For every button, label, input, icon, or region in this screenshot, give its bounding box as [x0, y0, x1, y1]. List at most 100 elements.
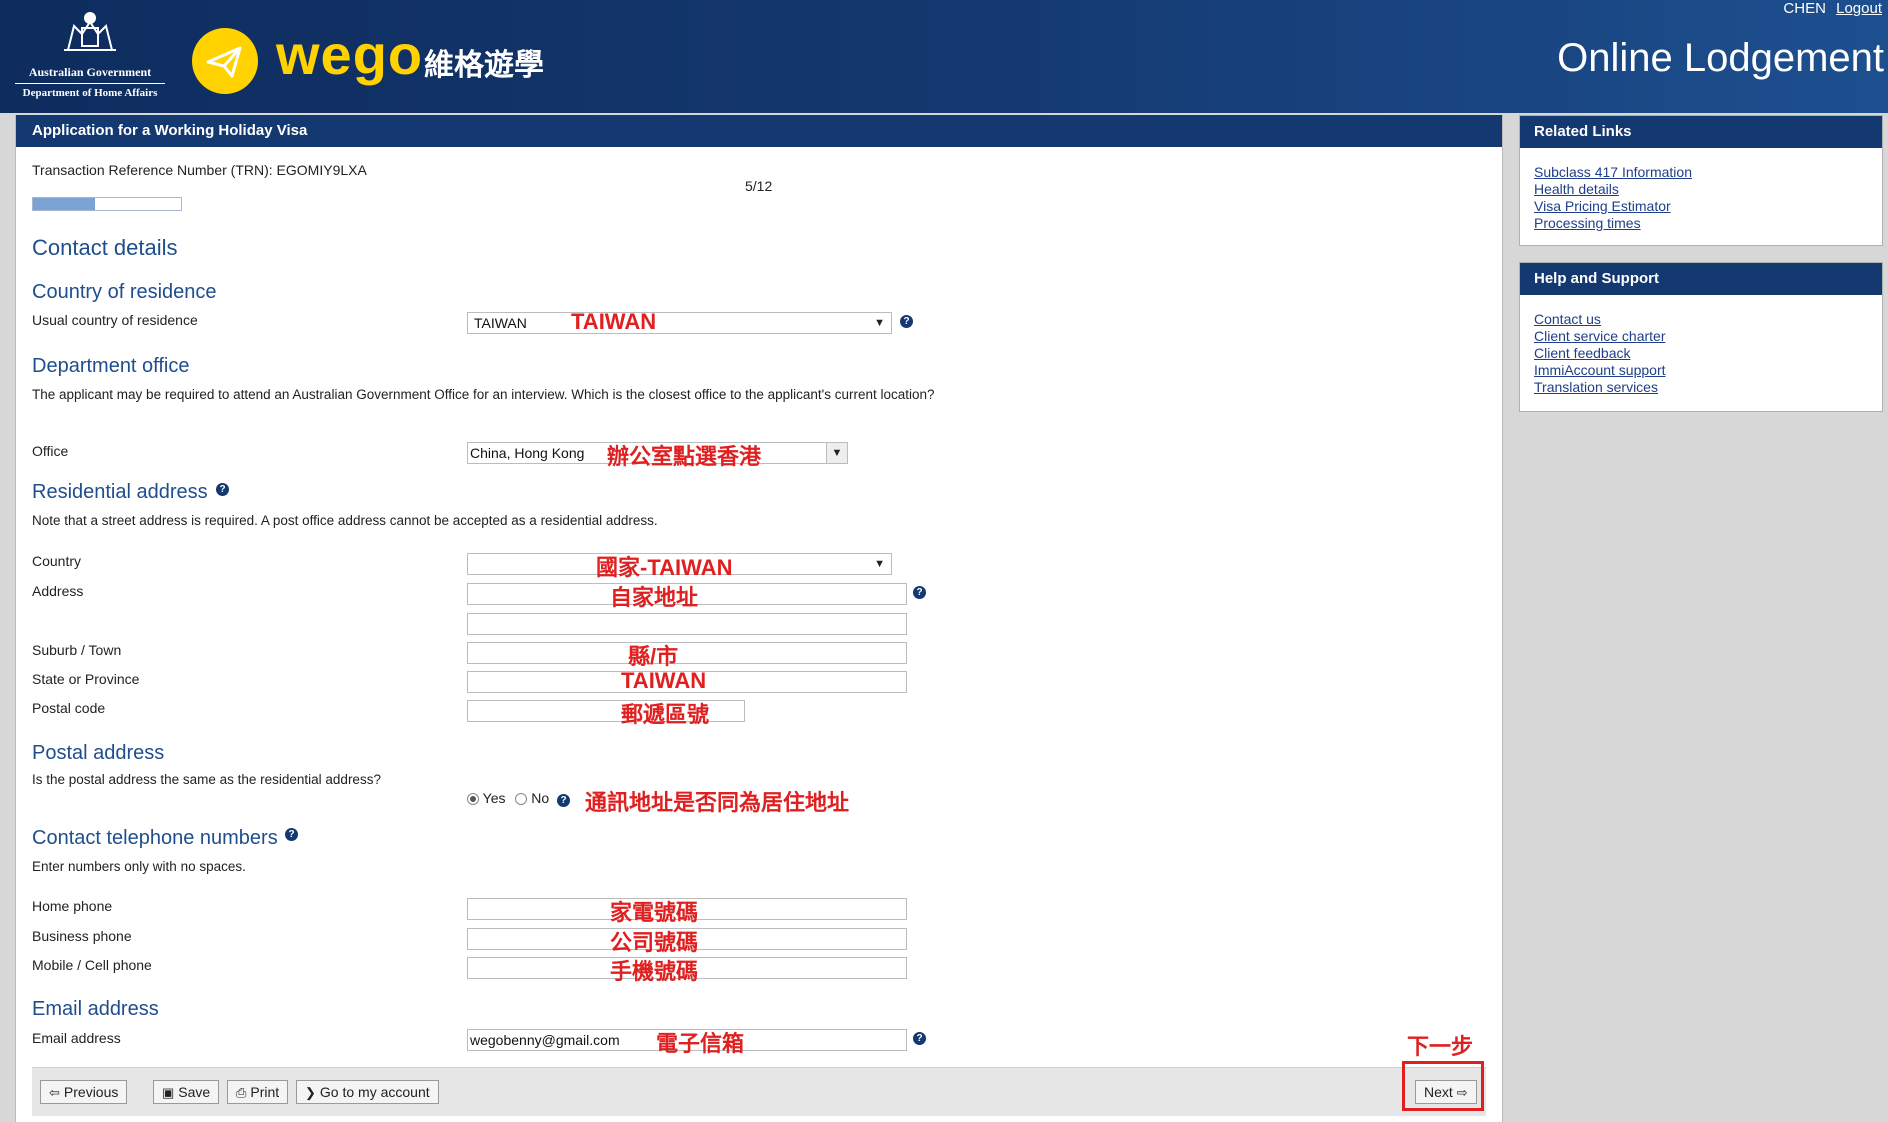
floppy-disk-icon: ▣: [162, 1085, 175, 1100]
office-label: Office: [32, 443, 69, 459]
suburb-label: Suburb / Town: [32, 642, 122, 658]
suburb-input[interactable]: [467, 642, 907, 664]
postal-code-annotation: 郵遞區號: [621, 702, 710, 727]
help-icon[interactable]: ?: [913, 1032, 926, 1045]
chevron-down-icon: ▼: [826, 443, 847, 463]
postal-yes-label: Yes: [482, 790, 506, 806]
mobile-phone-label: Mobile / Cell phone: [32, 957, 152, 973]
gov-line-2: Department of Home Affairs: [22, 87, 158, 99]
paper-plane-icon: [206, 46, 242, 78]
next-highlight-box: [1402, 1061, 1484, 1111]
postal-yes-radio[interactable]: [467, 793, 479, 806]
coat-of-arms-icon: [64, 12, 116, 51]
gov-line-1: Australian Government: [28, 65, 152, 79]
postal-code-label: Postal code: [32, 700, 106, 716]
dept-office-heading: Department office: [32, 355, 190, 377]
usual-country-value: TAIWAN: [474, 315, 527, 331]
state-annotation: TAIWAN: [621, 668, 707, 693]
home-phone-label: Home phone: [32, 898, 113, 914]
related-links-title: Related Links: [1520, 116, 1882, 148]
help-support-title: Help and Support: [1520, 263, 1882, 295]
progress-bar: [32, 197, 182, 211]
link-health-details[interactable]: Health details: [1534, 181, 1882, 198]
chevron-right-icon: ❯: [305, 1085, 316, 1100]
arrow-left-icon: ⇦: [49, 1085, 60, 1100]
address-line2-input[interactable]: [467, 613, 907, 635]
user-bar: CHEN Logout: [1783, 0, 1882, 17]
gov-logo: Australian Government Department of Home…: [10, 4, 170, 104]
link-immiaccount-support[interactable]: ImmiAccount support: [1534, 362, 1882, 379]
print-label: Print: [250, 1084, 280, 1100]
country-label: Country: [32, 553, 82, 569]
go-to-account-button[interactable]: ❯ Go to my account: [296, 1080, 439, 1104]
email-heading: Email address: [32, 998, 159, 1020]
previous-button[interactable]: ⇦ Previous: [40, 1080, 128, 1104]
residential-heading: Residential address: [32, 481, 208, 503]
application-panel: Application for a Working Holiday Visa T…: [15, 115, 1503, 1122]
business-phone-label: Business phone: [32, 928, 132, 944]
dept-office-note: The applicant may be required to attend …: [32, 387, 935, 402]
user-name: CHEN: [1783, 0, 1826, 17]
link-service-charter[interactable]: Client service charter: [1534, 328, 1882, 345]
office-value: China, Hong Kong: [470, 445, 585, 461]
country-annotation: 國家-TAIWAN: [596, 555, 733, 580]
postal-heading: Postal address: [32, 742, 165, 764]
home-phone-annotation: 家電號碼: [610, 900, 699, 925]
save-button[interactable]: ▣ Save: [153, 1080, 220, 1104]
related-links-panel: Related Links Subclass 417 Information H…: [1519, 115, 1883, 246]
action-bar: ⇦ Previous ▣ Save ⎙ Print ❯ Go to my account…: [32, 1067, 1486, 1116]
link-visa-pricing[interactable]: Visa Pricing Estimator: [1534, 198, 1882, 215]
save-label: Save: [178, 1084, 211, 1100]
suburb-annotation: 縣/市: [628, 644, 679, 669]
country-residence-heading: Country of residence: [32, 281, 217, 303]
business-phone-annotation: 公司號碼: [610, 930, 699, 955]
help-support-panel: Help and Support Contact us Client servi…: [1519, 262, 1883, 412]
previous-label: Previous: [63, 1084, 119, 1100]
help-icon[interactable]: ?: [913, 586, 926, 599]
phones-note: Enter numbers only with no spaces.: [32, 859, 246, 874]
residential-note: Note that a street address is required. …: [32, 513, 658, 528]
wego-brand-cn: 維格遊學: [424, 49, 544, 82]
phones-heading: Contact telephone numbers: [32, 827, 278, 849]
postal-same-group: Yes No ?: [467, 790, 571, 807]
chevron-down-icon: ▼: [874, 317, 885, 329]
printer-icon: ⎙: [236, 1085, 247, 1100]
postal-question: Is the postal address the same as the re…: [32, 772, 381, 787]
next-annotation: 下一步: [1407, 1034, 1474, 1059]
postal-annotation: 通訊地址是否同為居住地址: [585, 790, 850, 815]
progress-text: 5/12: [745, 178, 773, 194]
link-client-feedback[interactable]: Client feedback: [1534, 345, 1882, 362]
link-subclass-417[interactable]: Subclass 417 Information: [1534, 164, 1882, 181]
link-translation-services[interactable]: Translation services: [1534, 379, 1882, 396]
help-icon[interactable]: ?: [900, 315, 913, 328]
wego-brand: wego: [276, 23, 424, 86]
site-header: CHEN Logout Australian Government Depart…: [0, 0, 1888, 113]
page-heading: Contact details: [32, 235, 178, 260]
link-contact-us[interactable]: Contact us: [1534, 311, 1882, 328]
address-annotation: 自家地址: [610, 585, 699, 610]
go-to-account-label: Go to my account: [319, 1084, 430, 1100]
link-processing-times[interactable]: Processing times: [1534, 215, 1882, 232]
email-value: wegobenny@gmail.com: [470, 1032, 620, 1048]
site-title: Online Lodgement: [1557, 36, 1884, 80]
panel-title: Application for a Working Holiday Visa: [16, 115, 1502, 147]
usual-country-label: Usual country of residence: [32, 312, 198, 328]
help-icon[interactable]: ?: [216, 483, 229, 496]
print-button[interactable]: ⎙ Print: [227, 1080, 289, 1104]
state-label: State or Province: [32, 671, 140, 687]
email-label: Email address: [32, 1030, 121, 1046]
wego-logo-badge: [192, 28, 258, 94]
postal-no-label: No: [531, 790, 550, 806]
email-annotation: 電子信箱: [656, 1031, 745, 1056]
mobile-phone-annotation: 手機號碼: [610, 959, 699, 984]
address-label: Address: [32, 583, 84, 599]
trn-label: Transaction Reference Number (TRN): EGOM…: [32, 162, 367, 178]
logout-link[interactable]: Logout: [1836, 0, 1882, 17]
usual-country-select[interactable]: TAIWAN ▼: [467, 312, 892, 334]
postal-no-radio[interactable]: [515, 793, 528, 806]
help-icon[interactable]: ?: [557, 794, 571, 807]
help-icon[interactable]: ?: [285, 828, 298, 841]
progress-fill: [33, 198, 95, 210]
office-annotation: 辦公室點選香港: [607, 444, 762, 469]
chevron-down-icon: ▼: [874, 558, 885, 570]
